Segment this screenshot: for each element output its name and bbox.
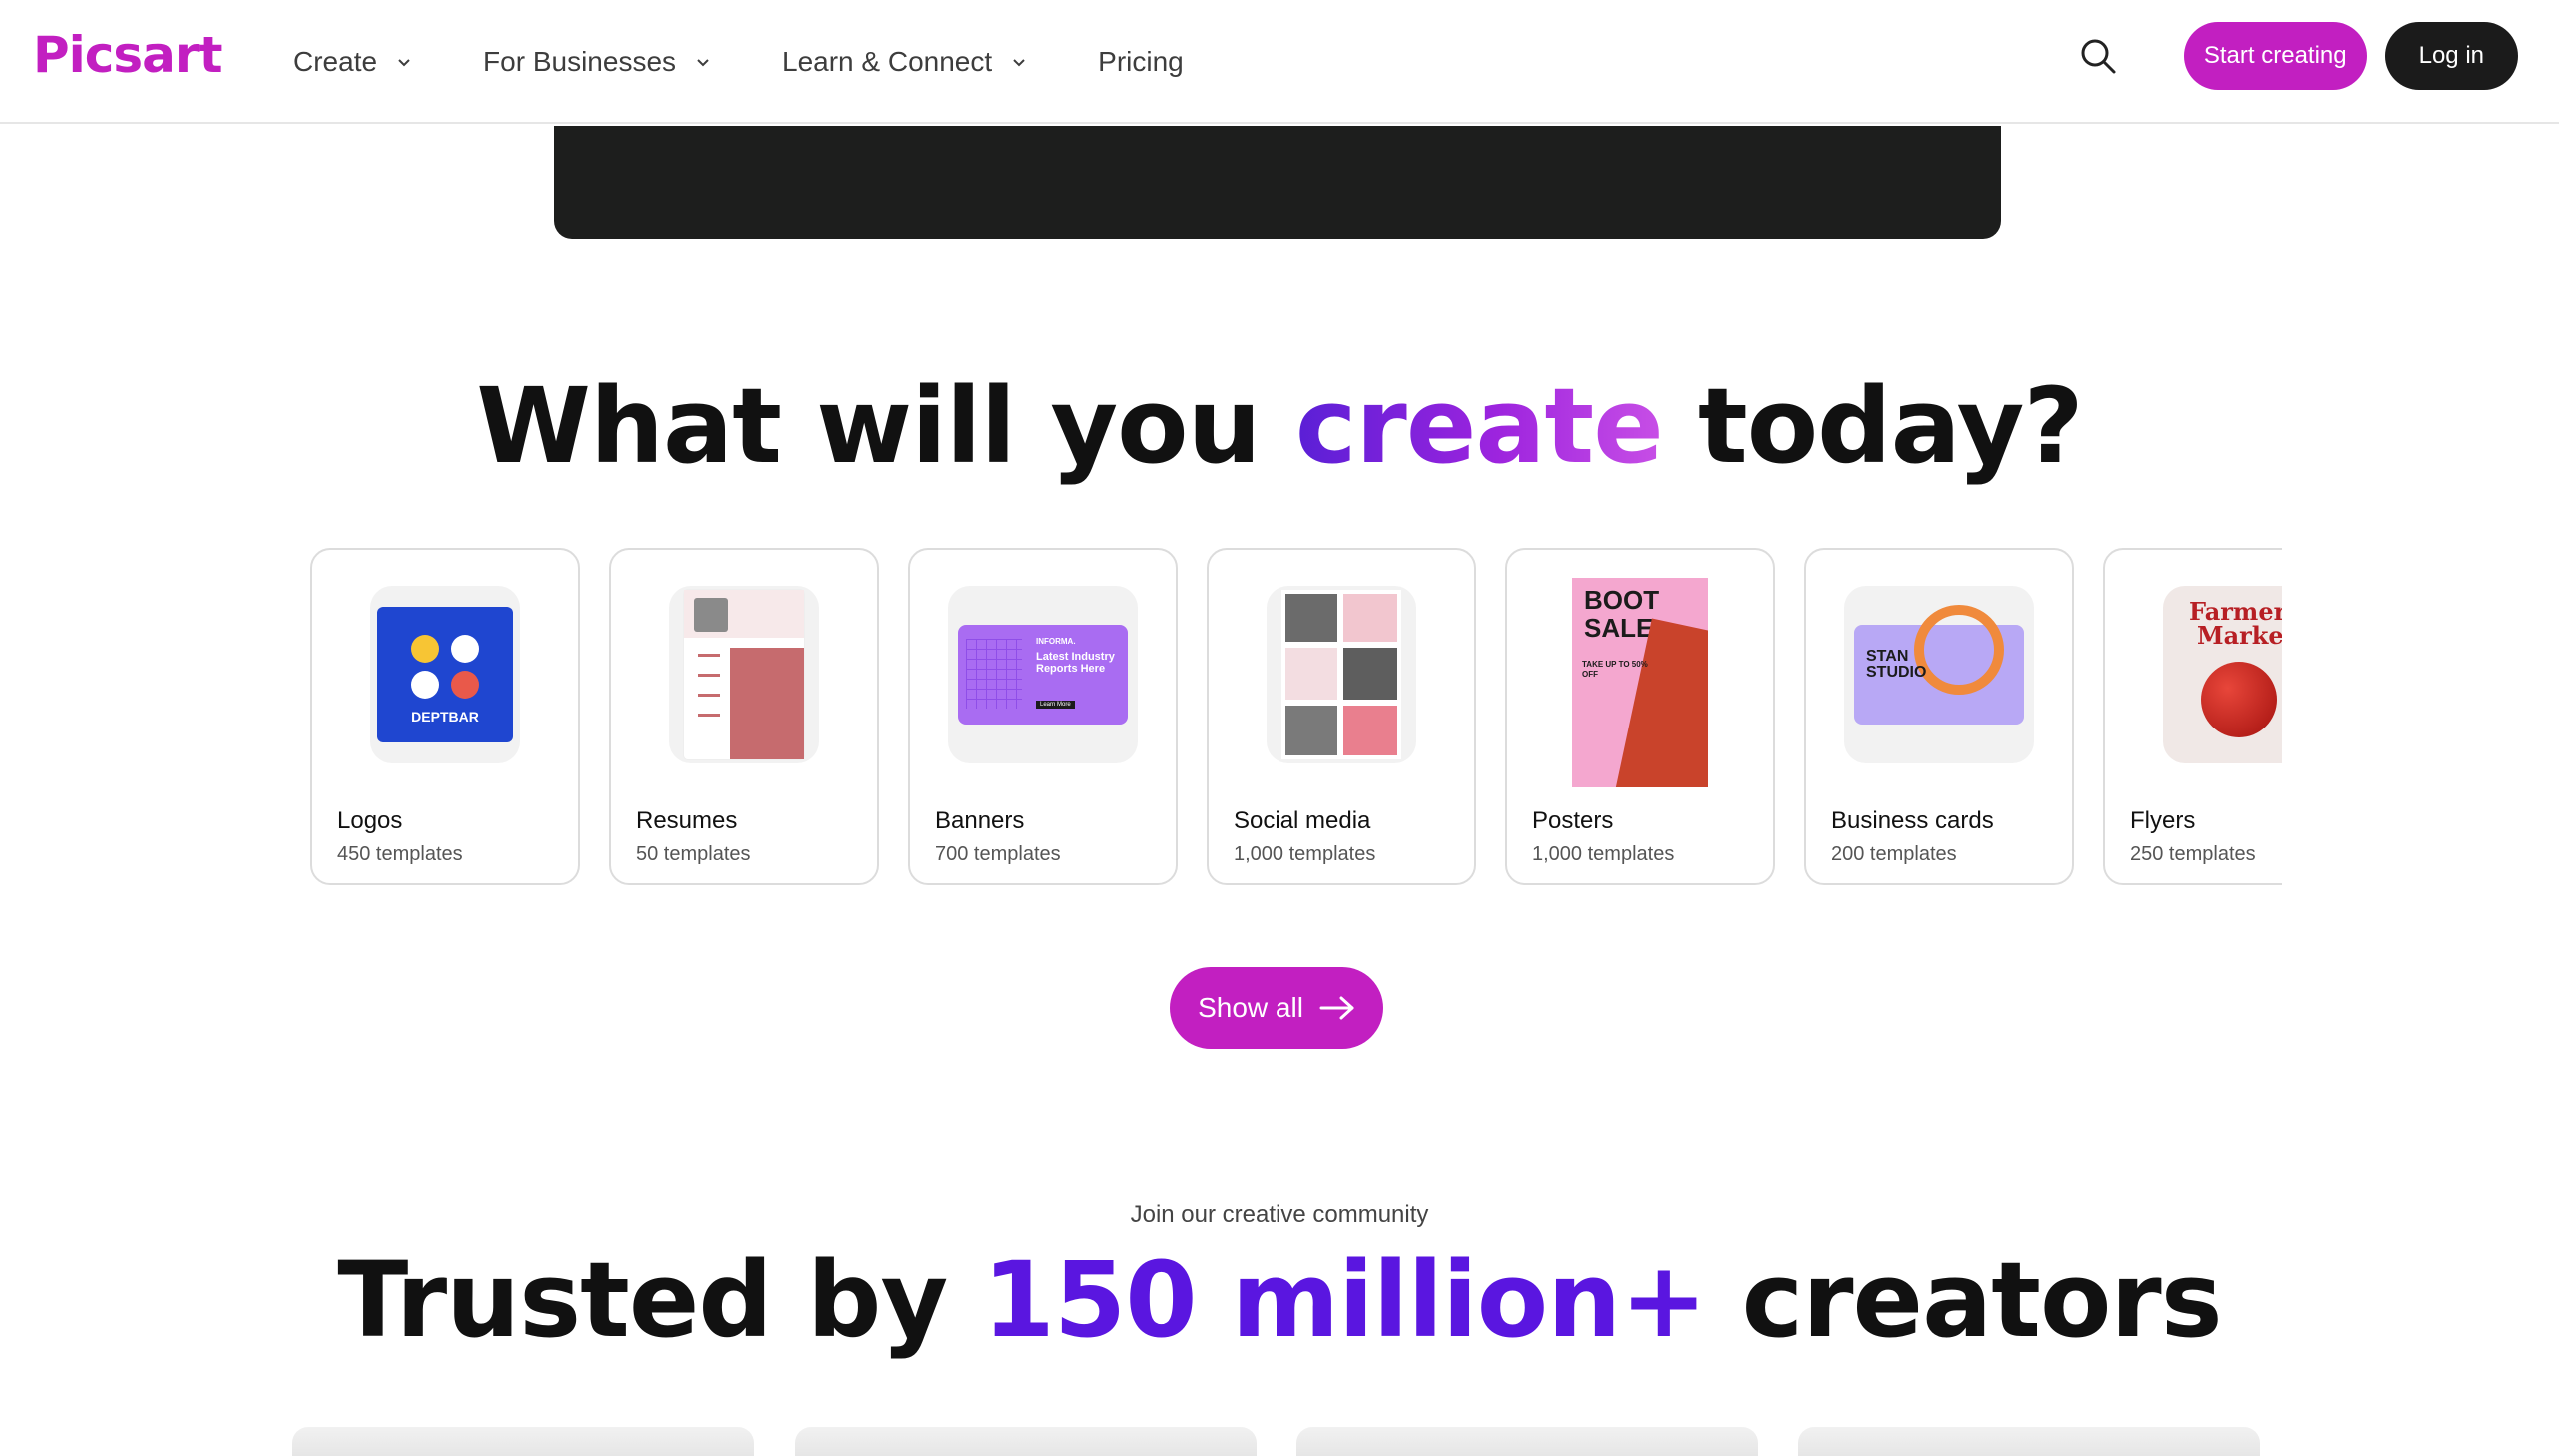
nav-item-label: For Businesses	[483, 46, 677, 77]
card-template-count: 250 templates	[2130, 843, 2256, 865]
community-card[interactable]	[1798, 1427, 2260, 1456]
community-heading-after: creators	[1741, 1239, 2223, 1361]
flyers-thumbnail: Farmers Market	[2163, 586, 2282, 763]
business-card-template-image: STAN STUDIO	[1854, 605, 2024, 725]
card-template-count: 1,000 templates	[1532, 843, 1675, 865]
community-heading-accent: 150 million+	[982, 1239, 1707, 1361]
card-template-count: 1,000 templates	[1234, 843, 1376, 865]
page-heading: What will you create today?	[0, 365, 2559, 487]
chevron-down-icon	[1013, 59, 1025, 67]
nav-item-learn-connect[interactable]: Learn & Connect	[782, 46, 1028, 78]
template-card-flyers[interactable]: Farmers Market Flyers 250 templates	[2103, 548, 2282, 885]
community-cards-row	[0, 1427, 2559, 1456]
card-title: Flyers	[2130, 807, 2196, 834]
template-card-banners[interactable]: INFORMA. Latest Industry Reports Here Le…	[908, 548, 1178, 885]
template-card-business-cards[interactable]: STAN STUDIO Business cards 200 templates	[1804, 548, 2074, 885]
posters-thumbnail: BOOT SALE TAKE UP TO 50% OFF	[1572, 578, 1708, 787]
nav-item-label: Learn & Connect	[782, 46, 993, 77]
hero-media-block	[554, 126, 2001, 239]
search-icon	[2081, 39, 2116, 74]
community-heading: Trusted by 150 million+ creators	[0, 1239, 2559, 1361]
flyer-template-image: Farmers Market	[2163, 586, 2282, 763]
template-card-social-media[interactable]: Social media 1,000 templates	[1207, 548, 1476, 885]
logos-thumbnail: DEPTBAR	[370, 586, 520, 763]
logo-template-brand: DEPTBAR	[411, 709, 479, 725]
card-template-count: 200 templates	[1831, 843, 1957, 865]
community-kicker: Join our creative community	[1130, 1201, 1429, 1228]
card-template-count: 700 templates	[935, 843, 1061, 865]
community-card[interactable]	[795, 1427, 1257, 1456]
social-media-thumbnail	[1267, 586, 1416, 763]
chevron-down-icon	[398, 59, 410, 67]
start-creating-button[interactable]: Start creating	[2183, 22, 2367, 90]
business-card-template-line2: STUDIO	[1866, 664, 1927, 681]
logo-template-image: DEPTBAR	[377, 607, 513, 742]
nav-item-create[interactable]: Create	[293, 46, 413, 78]
heading-accent: create	[1294, 365, 1664, 487]
arrow-right-icon	[1319, 996, 1354, 1020]
community-card[interactable]	[292, 1427, 754, 1456]
banner-template-title: Latest Industry Reports Here	[1036, 651, 1115, 675]
heading-text-before: What will you	[476, 365, 1261, 487]
show-all-button[interactable]: Show all	[1170, 967, 1383, 1049]
poster-template-sub: TAKE UP TO 50% OFF	[1582, 660, 1648, 679]
heading-text-after: today?	[1698, 365, 2084, 487]
card-title: Resumes	[636, 807, 738, 834]
nav-item-label: Create	[293, 46, 378, 77]
template-card-logos[interactable]: DEPTBAR Logos 450 templates	[310, 548, 580, 885]
top-navbar: Picsart Create For Businesses Learn & Co…	[0, 0, 2559, 124]
poster-template-line1: BOOT	[1584, 585, 1660, 615]
social-media-template-image	[1281, 590, 1401, 759]
card-template-count: 50 templates	[636, 843, 751, 865]
banner-template-button: Learn More	[1036, 701, 1075, 709]
resume-template-image	[684, 590, 804, 759]
resumes-thumbnail	[669, 586, 819, 763]
log-in-button[interactable]: Log in	[2384, 22, 2518, 90]
template-carousel: DEPTBAR Logos 450 templates Resumes 50 t	[310, 548, 2282, 887]
show-all-label: Show all	[1198, 992, 1303, 1023]
chevron-down-icon	[697, 59, 709, 67]
nav-item-for-businesses[interactable]: For Businesses	[483, 46, 712, 78]
banner-template-image: INFORMA. Latest Industry Reports Here Le…	[958, 625, 1128, 725]
template-card-resumes[interactable]: Resumes 50 templates	[609, 548, 879, 885]
community-card[interactable]	[1296, 1427, 1758, 1456]
business-card-template-line1: STAN	[1866, 648, 1909, 665]
community-heading-before: Trusted by	[337, 1239, 948, 1361]
card-title: Logos	[337, 807, 403, 834]
card-title: Social media	[1234, 807, 1371, 834]
nav-actions: Start creating Log in	[2070, 22, 2518, 90]
flyer-template-line2: Market	[2197, 621, 2282, 650]
nav-item-label: Pricing	[1098, 46, 1184, 77]
card-title: Posters	[1532, 807, 1614, 834]
business-cards-thumbnail: STAN STUDIO	[1844, 586, 2034, 763]
banner-template-kicker: INFORMA.	[1036, 637, 1076, 646]
poster-template-image: BOOT SALE TAKE UP TO 50% OFF	[1572, 578, 1708, 787]
poster-template-line2: SALE	[1584, 613, 1654, 643]
main-nav: Create For Businesses Learn & Connect Pr…	[293, 0, 1254, 124]
card-title: Business cards	[1831, 807, 1994, 834]
card-template-count: 450 templates	[337, 843, 463, 865]
search-button[interactable]	[2070, 28, 2126, 84]
template-card-posters[interactable]: BOOT SALE TAKE UP TO 50% OFF Posters 1,0…	[1505, 548, 1775, 885]
nav-item-pricing[interactable]: Pricing	[1098, 46, 1184, 78]
card-title: Banners	[935, 807, 1025, 834]
picsart-logo[interactable]: Picsart	[33, 26, 222, 84]
banners-thumbnail: INFORMA. Latest Industry Reports Here Le…	[948, 586, 1138, 763]
